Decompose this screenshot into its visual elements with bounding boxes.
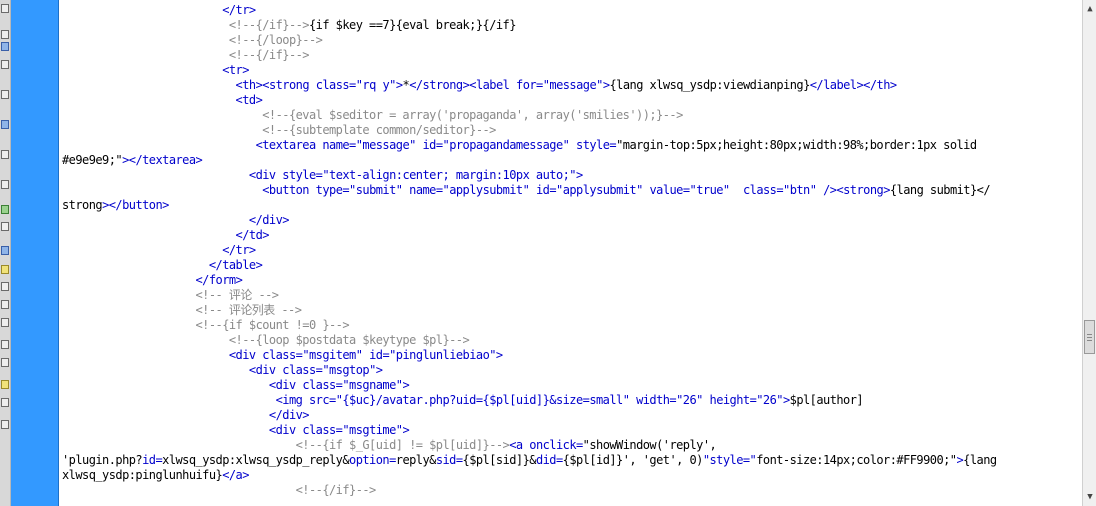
- code-text: <!--{/loop}-->: [228, 33, 323, 47]
- code-editor[interactable]: 208 </tr>209 <!--{/if}-->{if $key ==7}{e…: [59, 0, 1082, 506]
- code-line[interactable]: xlwsq_ysdp:pinglunhuifu}</a>: [59, 468, 1082, 483]
- code-text: <!-- 评论 -->: [195, 288, 280, 302]
- code-text: <!--{eval $seditor = array('propaganda',…: [262, 108, 683, 122]
- code-line[interactable]: 220 </div>: [59, 213, 1082, 228]
- code-text: <!--{loop $postdata $keytype $pl}-->: [228, 333, 470, 347]
- code-line[interactable]: 233 </div>: [59, 408, 1082, 423]
- code-line[interactable]: 236 <!--{/if}-->: [59, 483, 1082, 498]
- tool-icon[interactable]: [1, 120, 9, 129]
- tool-icon[interactable]: [1, 398, 9, 407]
- tool-icon[interactable]: [1, 30, 9, 39]
- tool-icon[interactable]: [1, 318, 9, 327]
- code-text: <!--{/if}-->: [295, 483, 377, 497]
- tool-icon[interactable]: [1, 4, 9, 13]
- code-line[interactable]: 216 <!--{subtemplate common/seditor}-->: [59, 123, 1082, 138]
- code-text: </tr>: [222, 3, 256, 17]
- vertical-scrollbar[interactable]: ▲ ▼: [1082, 0, 1096, 506]
- scroll-up-arrow-icon[interactable]: ▲: [1084, 2, 1096, 16]
- code-line[interactable]: 217 <textarea name="message" id="propaga…: [59, 138, 1082, 153]
- tool-icon[interactable]: [1, 282, 9, 291]
- code-line[interactable]: 221 </td>: [59, 228, 1082, 243]
- tool-icon[interactable]: [1, 300, 9, 309]
- tool-icon[interactable]: [1, 246, 9, 255]
- code-line[interactable]: 235 <!--{if $_G[uid] != $pl[uid]}--><a o…: [59, 438, 1082, 453]
- tool-icon[interactable]: [1, 340, 9, 349]
- code-line[interactable]: 218 <div style="text-align:center; margi…: [59, 168, 1082, 183]
- tool-icon[interactable]: [1, 150, 9, 159]
- code-line[interactable]: 222 </tr>: [59, 243, 1082, 258]
- code-line[interactable]: strong></button>: [59, 198, 1082, 213]
- code-line[interactable]: 228 <!--{loop $postdata $keytype $pl}-->: [59, 333, 1082, 348]
- left-toolbar: [0, 0, 11, 506]
- code-line[interactable]: 232 <img src="{$uc}/avatar.php?uid={$pl[…: [59, 393, 1082, 408]
- code-line[interactable]: 223 </table>: [59, 258, 1082, 273]
- code-text: <textarea name="message" id="propagandam…: [255, 138, 978, 152]
- code-text: <th><strong class="rq y">*</strong><labe…: [235, 78, 898, 92]
- tool-icon[interactable]: [1, 222, 9, 231]
- tool-icon[interactable]: [1, 205, 9, 214]
- code-text: <div class="msgname">: [268, 378, 410, 392]
- code-text: <div class="msgtime">: [268, 423, 410, 437]
- code-text: </td>: [235, 228, 270, 242]
- code-text: </tr>: [222, 243, 256, 257]
- tool-icon[interactable]: [1, 60, 9, 69]
- tool-icon[interactable]: [1, 42, 9, 51]
- scrollbar-thumb[interactable]: [1084, 320, 1095, 354]
- code-line[interactable]: 227 <!--{if $count !=0 }-->: [59, 318, 1082, 333]
- code-line[interactable]: 209 <!--{/if}-->{if $key ==7}{eval break…: [59, 18, 1082, 33]
- code-line[interactable]: 'plugin.php?id=xlwsq_ysdp:xlwsq_ysdp_rep…: [59, 453, 1082, 468]
- code-line[interactable]: 226 <!-- 评论列表 -->: [59, 303, 1082, 318]
- code-line[interactable]: 211 <!--{/if}-->: [59, 48, 1082, 63]
- code-text: </table>: [208, 258, 263, 272]
- scroll-down-arrow-icon[interactable]: ▼: [1084, 490, 1096, 504]
- code-line[interactable]: 231 <div class="msgname">: [59, 378, 1082, 393]
- tool-icon[interactable]: [1, 420, 9, 429]
- tool-icon[interactable]: [1, 265, 9, 274]
- code-line[interactable]: 208 </tr>: [59, 3, 1082, 18]
- code-text: <!--{/if}-->{if $key ==7}{eval break;}{/…: [228, 18, 517, 32]
- code-text: #e9e9e9;"></textarea>: [62, 153, 203, 167]
- code-line[interactable]: 229 <div class="msgitem" id="pinglunlieb…: [59, 348, 1082, 363]
- code-line[interactable]: 230 <div class="msgtop">: [59, 363, 1082, 378]
- tool-icon[interactable]: [1, 358, 9, 367]
- code-text: <button type="submit" name="applysubmit"…: [262, 183, 990, 197]
- code-text: </div>: [268, 408, 310, 422]
- code-text: <div class="msgtop">: [248, 363, 383, 377]
- code-line[interactable]: 213 <th><strong class="rq y">*</strong><…: [59, 78, 1082, 93]
- line-number-gutter: [11, 0, 59, 506]
- code-text: <!--{subtemplate common/seditor}-->: [262, 123, 496, 137]
- code-line[interactable]: 219 <button type="submit" name="applysub…: [59, 183, 1082, 198]
- code-line[interactable]: 225 <!-- 评论 -->: [59, 288, 1082, 303]
- code-line[interactable]: 234 <div class="msgtime">: [59, 423, 1082, 438]
- code-text: <tr>: [222, 63, 249, 77]
- tool-icon[interactable]: [1, 90, 9, 99]
- code-line[interactable]: #e9e9e9;"></textarea>: [59, 153, 1082, 168]
- code-line[interactable]: 215 <!--{eval $seditor = array('propagan…: [59, 108, 1082, 123]
- code-text: <div style="text-align:center; margin:10…: [248, 168, 583, 182]
- code-text: <img src="{$uc}/avatar.php?uid={$pl[uid]…: [275, 393, 864, 407]
- tool-icon[interactable]: [1, 180, 9, 189]
- tool-icon[interactable]: [1, 380, 9, 389]
- code-text: <div class="msgitem" id="pinglunliebiao"…: [228, 348, 503, 362]
- code-text: <!--{/if}-->: [228, 48, 310, 62]
- code-line[interactable]: 210 <!--{/loop}-->: [59, 33, 1082, 48]
- code-text: <!-- 评论列表 -->: [195, 303, 302, 317]
- code-text: </form>: [195, 273, 243, 287]
- code-text: 'plugin.php?id=xlwsq_ysdp:xlwsq_ysdp_rep…: [62, 453, 997, 467]
- code-text: <td>: [235, 93, 263, 107]
- code-text: <!--{if $count !=0 }-->: [195, 318, 350, 332]
- code-text: </div>: [248, 213, 290, 227]
- code-line[interactable]: 214 <td>: [59, 93, 1082, 108]
- code-text: <!--{if $_G[uid] != $pl[uid]}--><a oncli…: [295, 438, 717, 452]
- code-text: xlwsq_ysdp:pinglunhuifu}</a>: [62, 468, 249, 482]
- code-line[interactable]: 212 <tr>: [59, 63, 1082, 78]
- code-line[interactable]: 224 </form>: [59, 273, 1082, 288]
- code-text: strong></button>: [62, 198, 169, 212]
